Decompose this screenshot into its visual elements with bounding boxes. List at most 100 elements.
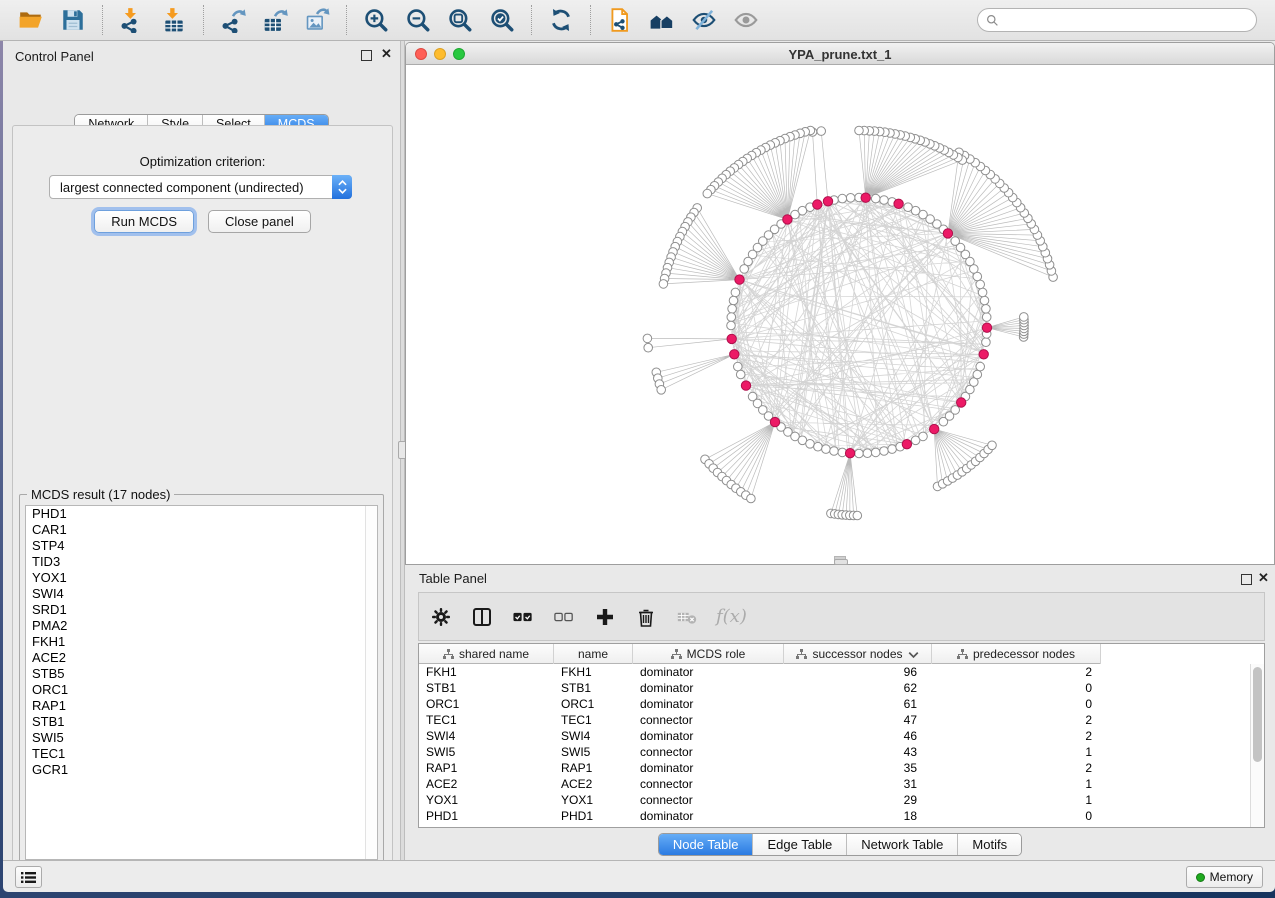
tab-node-table[interactable]: Node Table — [659, 834, 754, 855]
select-all-icon[interactable] — [511, 605, 535, 629]
mcds-hub-node[interactable] — [861, 193, 870, 202]
network-node[interactable] — [880, 447, 889, 456]
refresh-view-icon[interactable] — [546, 5, 576, 35]
horizontal-splitter[interactable] — [405, 558, 1275, 565]
mcds-hub-node[interactable] — [727, 334, 736, 343]
table-cell[interactable]: 2 — [932, 712, 1101, 728]
optimization-criterion-select[interactable]: largest connected component (undirected) — [49, 175, 352, 199]
network-node[interactable] — [731, 288, 740, 297]
table-cell[interactable]: dominator — [633, 728, 784, 744]
table-scrollbar[interactable] — [1250, 664, 1264, 827]
mcds-result-item[interactable]: STP4 — [26, 538, 377, 554]
network-node[interactable] — [657, 386, 666, 395]
network-node[interactable] — [838, 194, 847, 203]
mcds-hub-node[interactable] — [845, 449, 854, 458]
table-cell[interactable]: 2 — [932, 728, 1101, 744]
mcds-result-item[interactable]: STB1 — [26, 714, 377, 730]
delete-table-icon[interactable] — [675, 605, 699, 629]
table-cell[interactable]: RAP1 — [554, 760, 633, 776]
network-node[interactable] — [806, 440, 815, 449]
network-node[interactable] — [863, 449, 872, 458]
table-cell[interactable]: dominator — [633, 808, 784, 824]
network-window-titlebar[interactable]: YPA_prune.txt_1 — [406, 43, 1274, 65]
mcds-result-item[interactable]: GCR1 — [26, 762, 377, 778]
table-cell[interactable]: STB1 — [419, 680, 554, 696]
mcds-hub-node[interactable] — [894, 199, 903, 208]
export-table-icon[interactable] — [260, 5, 290, 35]
network-node[interactable] — [951, 406, 960, 415]
table-cell[interactable]: RAP1 — [419, 760, 554, 776]
network-graph[interactable] — [406, 65, 1274, 564]
network-node[interactable] — [982, 338, 991, 347]
mcds-result-item[interactable]: PHD1 — [26, 506, 377, 522]
mcds-hub-node[interactable] — [982, 323, 991, 332]
zoom-fit-icon[interactable] — [445, 5, 475, 35]
mcds-hub-node[interactable] — [823, 197, 832, 206]
scrollbar-thumb[interactable] — [1253, 667, 1262, 762]
network-node[interactable] — [1020, 313, 1029, 322]
table-cell[interactable]: 0 — [932, 696, 1101, 712]
network-node[interactable] — [728, 305, 737, 314]
network-node[interactable] — [727, 313, 736, 322]
show-columns-icon[interactable] — [470, 605, 494, 629]
table-cell[interactable]: connector — [633, 712, 784, 728]
mcds-result-list[interactable]: PHD1CAR1STP4TID3YOX1SWI4SRD1PMA2FKH1ACE2… — [25, 505, 378, 860]
table-row[interactable]: TEC1TEC1connector472 — [419, 712, 1250, 728]
table-cell[interactable]: dominator — [633, 680, 784, 696]
table-cell[interactable]: 1 — [932, 776, 1101, 792]
table-cell[interactable]: FKH1 — [554, 664, 633, 680]
table-cell[interactable]: SWI4 — [554, 728, 633, 744]
table-row[interactable]: SWI5SWI5connector431 — [419, 744, 1250, 760]
table-cell[interactable]: 62 — [784, 680, 932, 696]
table-cell[interactable]: 2 — [932, 664, 1101, 680]
mcds-hub-node[interactable] — [770, 417, 779, 426]
table-cell[interactable]: ORC1 — [419, 696, 554, 712]
network-node[interactable] — [871, 448, 880, 457]
network-node[interactable] — [740, 265, 749, 274]
network-node[interactable] — [659, 280, 668, 289]
network-overview-icon[interactable] — [647, 5, 677, 35]
table-cell[interactable]: 31 — [784, 776, 932, 792]
column-header-name[interactable]: name — [554, 644, 633, 664]
table-cell[interactable]: 0 — [932, 808, 1101, 824]
mcds-hub-node[interactable] — [957, 398, 966, 407]
column-header-MCDS-role[interactable]: MCDS role — [633, 644, 784, 664]
table-row[interactable]: YOX1YOX1connector291 — [419, 792, 1250, 808]
hide-selected-icon[interactable] — [689, 5, 719, 35]
table-cell[interactable]: 1 — [932, 744, 1101, 760]
import-network-icon[interactable] — [117, 5, 147, 35]
table-cell[interactable]: PHD1 — [419, 808, 554, 824]
network-node[interactable] — [855, 449, 864, 458]
mcds-result-item[interactable]: TID3 — [26, 554, 377, 570]
show-panels-button[interactable] — [15, 866, 42, 888]
table-cell[interactable]: 47 — [784, 712, 932, 728]
table-cell[interactable]: SWI4 — [419, 728, 554, 744]
network-node[interactable] — [978, 288, 987, 297]
new-network-from-selection-icon[interactable] — [605, 5, 635, 35]
mcds-hub-node[interactable] — [741, 381, 750, 390]
table-row[interactable]: SWI4SWI4dominator462 — [419, 728, 1250, 744]
table-cell[interactable]: 43 — [784, 744, 932, 760]
mcds-hub-node[interactable] — [813, 200, 822, 209]
network-node[interactable] — [703, 189, 712, 198]
mcds-result-item[interactable]: TEC1 — [26, 746, 377, 762]
table-cell[interactable]: connector — [633, 744, 784, 760]
table-cell[interactable]: 18 — [784, 808, 932, 824]
export-network-icon[interactable] — [218, 5, 248, 35]
network-node[interactable] — [880, 196, 889, 205]
table-row[interactable]: FKH1FKH1dominator962 — [419, 664, 1250, 680]
network-node[interactable] — [734, 362, 743, 371]
table-cell[interactable]: 61 — [784, 696, 932, 712]
network-node[interactable] — [853, 511, 862, 520]
network-node[interactable] — [747, 494, 756, 503]
close-panel-button[interactable]: Close panel — [208, 210, 311, 233]
mcds-result-item[interactable]: FKH1 — [26, 634, 377, 650]
mcds-result-item[interactable]: ACE2 — [26, 650, 377, 666]
zoom-selected-icon[interactable] — [487, 5, 517, 35]
mcds-result-item[interactable]: SWI4 — [26, 586, 377, 602]
table-row[interactable]: RAP1RAP1dominator352 — [419, 760, 1250, 776]
mcds-hub-node[interactable] — [979, 350, 988, 359]
delete-column-icon[interactable] — [634, 605, 658, 629]
list-scrollbar-track[interactable] — [365, 506, 377, 859]
close-panel-icon[interactable]: ✕ — [381, 47, 392, 61]
